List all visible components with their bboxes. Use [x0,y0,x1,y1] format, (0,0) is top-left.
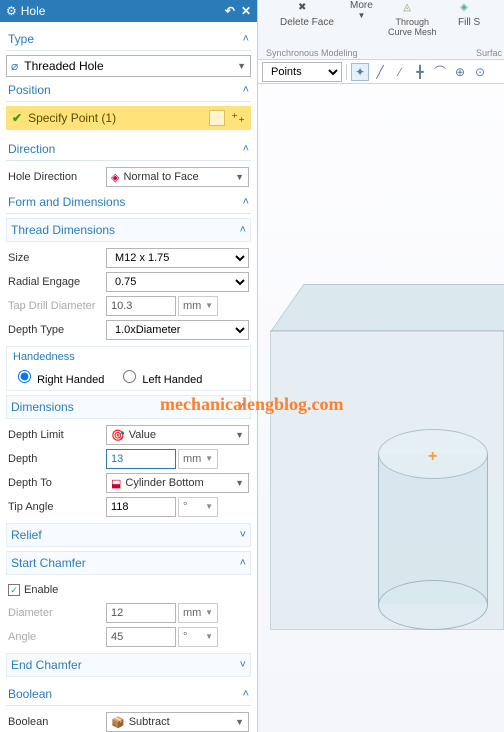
boolean-select[interactable]: 📦 Subtract ▼ [106,712,249,732]
left-handed-radio[interactable]: Left Handed [118,367,202,386]
subtract-icon: 📦 [111,716,125,729]
chevron-up-icon: ˄ [240,557,246,569]
ribbon-group-surface: Surfac [476,48,502,58]
normal-icon: ◈ [111,171,119,184]
chevron-up-icon: ˄ [243,33,249,45]
subsection-thread[interactable]: Thread Dimensions ˄ [6,218,251,242]
section-direction[interactable]: Direction ˄ [6,136,251,161]
dropdown-icon: ▼ [235,172,244,182]
snap-diamond-icon[interactable]: ✦ [351,63,369,81]
section-form[interactable]: Form and Dimensions ˄ [6,189,251,214]
subsection-relief[interactable]: Relief ˅ [6,523,251,547]
cylinder-bottom-icon: ⬓ [111,477,121,490]
depth-unit[interactable]: mm▼ [178,449,218,469]
chevron-up-icon: ˄ [240,401,246,413]
depth-limit-select[interactable]: 🎯 Value ▼ [106,425,249,445]
thread-size-select[interactable]: M12 x 1.75 [106,248,249,268]
more-button[interactable]: More▼ [350,0,373,20]
thread-icon: ⌀ [11,59,18,73]
fill-surface-button[interactable]: ◈ Fill S [458,2,480,28]
right-handed-radio[interactable]: Right Handed [13,367,104,386]
snap-edge-icon[interactable]: ⁄ [391,63,409,81]
delete-face-button[interactable]: ✖ Delete Face [280,2,334,28]
curve-mesh-icon: ◬ [403,2,421,16]
section-position[interactable]: Position ˄ [6,77,251,102]
hole-type-select[interactable]: ⌀ Threaded Hole ▼ [6,55,251,77]
dropdown-icon: ▼ [235,430,244,440]
ribbon-group-sync: Synchronous Modeling [266,48,358,58]
gear-icon: ⚙ [6,4,17,18]
sketch-icon[interactable] [209,110,225,126]
snap-line-icon[interactable]: ╱ [371,63,389,81]
section-type[interactable]: Type ˄ [6,26,251,51]
tap-drill-input [106,296,176,316]
dropdown-icon: ▼ [237,61,246,71]
tap-unit: mm▼ [178,296,218,316]
chamfer-angle-input [106,627,176,647]
chevron-up-icon: ˄ [240,224,246,236]
snap-point-icon[interactable]: ⊙ [471,63,489,81]
chamfer-diameter-input [106,603,176,623]
specify-point-row[interactable]: ✔ Specify Point (1) ⁺₊ [6,106,251,130]
dropdown-icon: ▼ [235,478,244,488]
add-point-icon[interactable]: ⁺₊ [231,110,245,126]
ribbon: ✖ Delete Face More▼ ◬ Through Curve Mesh… [258,0,504,60]
chevron-up-icon: ˄ [243,688,249,700]
tip-angle-input[interactable] [106,497,176,517]
3d-viewport[interactable]: + [258,84,504,732]
subsection-start-chamfer[interactable]: Start Chamfer ˄ [6,551,251,575]
chevron-up-icon: ˄ [243,143,249,155]
check-icon: ✔ [12,111,22,125]
hole-direction-label: Hole Direction [8,171,106,183]
enable-chamfer-checkbox[interactable]: ✓ Enable [8,584,58,596]
subsection-dimensions[interactable]: Dimensions ˄ [6,395,251,419]
model-body: + [270,284,504,644]
close-icon[interactable]: ✕ [241,4,251,18]
depth-to-select[interactable]: ⬓ Cylinder Bottom ▼ [106,473,249,493]
delete-face-icon: ✖ [298,2,316,16]
chevron-down-icon: ˅ [240,529,246,541]
chevron-up-icon: ˄ [243,84,249,96]
snap-circle-icon[interactable]: ⊕ [451,63,469,81]
chamfer-diameter-unit: mm▼ [178,603,218,623]
selection-toolbar: Points ✦ ╱ ⁄ ╋ ⌒ ⊕ ⊙ [258,60,504,84]
chevron-down-icon: ˅ [240,659,246,671]
dropdown-icon: ▼ [235,717,244,727]
tip-unit[interactable]: °▼ [178,497,218,517]
curve-mesh-button[interactable]: ◬ Through Curve Mesh [388,2,437,37]
chamfer-angle-unit: °▼ [178,627,218,647]
hole-direction-select[interactable]: ◈ Normal to Face ▼ [106,167,249,187]
value-icon: 🎯 [111,429,125,442]
hole-center-marker[interactable]: + [428,448,437,466]
snap-arc-icon[interactable]: ⌒ [431,63,449,81]
subsection-end-chamfer[interactable]: End Chamfer ˅ [6,653,251,677]
chevron-up-icon: ˄ [243,196,249,208]
snap-plus-icon[interactable]: ╋ [411,63,429,81]
section-boolean[interactable]: Boolean ˄ [6,681,251,706]
depth-type-select[interactable]: 1.0xDiameter [106,320,249,340]
undo-icon[interactable]: ↶ [225,4,235,18]
fill-icon: ◈ [460,2,478,16]
snap-select[interactable]: Points [262,62,342,82]
depth-input[interactable] [106,449,176,469]
handedness-label: Handedness [13,351,244,363]
dialog-title: Hole [21,4,46,18]
radial-engage-select[interactable]: 0.75 [106,272,249,292]
dialog-titlebar[interactable]: ⚙ Hole ↶ ✕ [0,0,257,22]
